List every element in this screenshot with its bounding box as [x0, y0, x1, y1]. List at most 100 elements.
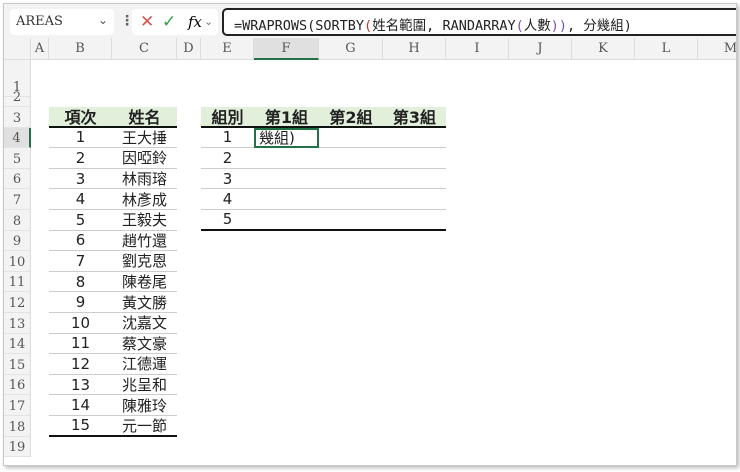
- formula-buttons: ✕ ✓ fx ⌄: [132, 9, 218, 35]
- index-cell[interactable]: 4: [49, 189, 112, 210]
- index-cell[interactable]: 10: [49, 313, 112, 334]
- index-cell[interactable]: 3: [49, 169, 112, 190]
- row-header-2[interactable]: 2: [4, 90, 31, 107]
- active-cell[interactable]: 幾組): [254, 127, 319, 149]
- name-cell[interactable]: 兆呈和: [112, 375, 177, 396]
- group-cell[interactable]: 2: [201, 148, 254, 169]
- column-header-G[interactable]: G: [319, 38, 383, 60]
- group-member-cell[interactable]: [254, 169, 319, 190]
- cancel-icon[interactable]: ✕: [140, 12, 154, 32]
- name-cell[interactable]: 黃文勝: [112, 292, 177, 313]
- group-member-cell[interactable]: [254, 210, 319, 231]
- index-cell[interactable]: 8: [49, 272, 112, 293]
- index-cell[interactable]: 7: [49, 251, 112, 272]
- group-member-cell[interactable]: [383, 148, 446, 169]
- row-header-14[interactable]: 14: [4, 333, 31, 355]
- formula-input[interactable]: =WRAPROWS(SORTBY(姓名範圍, RANDARRAY(人數)), 分…: [222, 8, 736, 36]
- row-header-4[interactable]: 4: [4, 127, 31, 149]
- row-header-6[interactable]: 6: [4, 168, 31, 190]
- name-cell[interactable]: 江德運: [112, 354, 177, 375]
- row-header-9[interactable]: 9: [4, 230, 31, 252]
- group-member-cell[interactable]: [319, 148, 383, 169]
- name-cell[interactable]: 陳雅玲: [112, 395, 177, 416]
- name-cell[interactable]: 王毅夫: [112, 210, 177, 231]
- group-cell[interactable]: 4: [201, 189, 254, 210]
- row-header-5[interactable]: 5: [4, 148, 31, 169]
- table2-header[interactable]: 第2組: [319, 107, 383, 128]
- index-cell[interactable]: 5: [49, 210, 112, 231]
- insert-function-icon[interactable]: fx: [188, 13, 202, 31]
- name-cell[interactable]: 陳卷尾: [112, 272, 177, 293]
- name-cell[interactable]: 沈嘉文: [112, 313, 177, 334]
- index-cell[interactable]: 12: [49, 354, 112, 375]
- column-header-B[interactable]: B: [49, 38, 112, 60]
- column-header-C[interactable]: C: [112, 38, 177, 60]
- name-cell[interactable]: 林彥成: [112, 189, 177, 210]
- group-member-cell[interactable]: [383, 189, 446, 210]
- row-header-12[interactable]: 12: [4, 292, 31, 313]
- formula-part: , 分幾組): [567, 18, 632, 34]
- name-cell[interactable]: 趙竹還: [112, 231, 177, 252]
- column-header-L[interactable]: L: [635, 38, 698, 60]
- name-cell[interactable]: 劉克恩: [112, 251, 177, 272]
- group-member-cell[interactable]: [383, 128, 446, 149]
- column-header-H[interactable]: H: [383, 38, 446, 60]
- group-member-cell[interactable]: [319, 128, 383, 149]
- column-header-F[interactable]: F: [254, 38, 319, 60]
- enter-icon[interactable]: ✓: [162, 12, 176, 32]
- name-cell[interactable]: 元一節: [112, 416, 177, 437]
- table2-header[interactable]: 第1組: [254, 107, 319, 128]
- table2-header[interactable]: 組別: [201, 107, 254, 128]
- index-cell[interactable]: 2: [49, 148, 112, 169]
- name-cell[interactable]: 蔡文豪: [112, 334, 177, 355]
- column-header-K[interactable]: K: [572, 38, 635, 60]
- formula-part: =WRAPROWS(SORTBY: [234, 18, 365, 34]
- select-all-corner[interactable]: [4, 38, 31, 60]
- group-member-cell[interactable]: [319, 189, 383, 210]
- row-header-19[interactable]: 19: [4, 436, 31, 458]
- group-member-cell[interactable]: [319, 169, 383, 190]
- index-cell[interactable]: 14: [49, 395, 112, 416]
- group-cell[interactable]: 1: [201, 128, 254, 149]
- index-cell[interactable]: 9: [49, 292, 112, 313]
- table2-header[interactable]: 第3組: [383, 107, 446, 128]
- index-cell[interactable]: 11: [49, 334, 112, 355]
- name-cell[interactable]: 因啞鈴: [112, 148, 177, 169]
- name-box[interactable]: AREAS ⌄: [10, 9, 114, 35]
- group-member-cell[interactable]: [383, 169, 446, 190]
- row-header-3[interactable]: 3: [4, 107, 31, 128]
- column-header-A[interactable]: A: [31, 38, 49, 60]
- chevron-down-icon[interactable]: ⌄: [98, 13, 108, 27]
- row-header-7[interactable]: 7: [4, 189, 31, 210]
- group-member-cell[interactable]: [319, 210, 383, 231]
- column-header-M[interactable]: M: [698, 38, 736, 60]
- name-cell[interactable]: 王大捶: [112, 128, 177, 149]
- column-header-E[interactable]: E: [201, 38, 254, 60]
- group-cell[interactable]: 3: [201, 169, 254, 190]
- row-header-8[interactable]: 8: [4, 210, 31, 231]
- group-member-cell[interactable]: [383, 210, 446, 231]
- row-header-16[interactable]: 16: [4, 374, 31, 396]
- paren: (: [515, 18, 524, 34]
- row-header-11[interactable]: 11: [4, 271, 31, 293]
- row-header-17[interactable]: 17: [4, 395, 31, 416]
- chevron-down-icon[interactable]: ⌄: [204, 15, 213, 28]
- group-cell[interactable]: 5: [201, 210, 254, 231]
- row-header-13[interactable]: 13: [4, 313, 31, 334]
- spreadsheet-grid[interactable]: A B C D E F G H I J K L M 1 2 3 4 5 6 7 8 9 10 11 12 13 14 15 16 17 18…: [4, 38, 736, 465]
- index-cell[interactable]: 6: [49, 231, 112, 252]
- row-header-10[interactable]: 10: [4, 251, 31, 272]
- table1-header[interactable]: 姓名: [112, 107, 177, 128]
- group-member-cell[interactable]: [254, 189, 319, 210]
- row-header-15[interactable]: 15: [4, 354, 31, 375]
- table1-header[interactable]: 項次: [49, 107, 112, 128]
- column-header-J[interactable]: J: [509, 38, 572, 60]
- index-cell[interactable]: 1: [49, 128, 112, 149]
- group-member-cell[interactable]: [254, 148, 319, 169]
- index-cell[interactable]: 13: [49, 375, 112, 396]
- index-cell[interactable]: 15: [49, 416, 112, 437]
- column-header-D[interactable]: D: [177, 38, 201, 60]
- column-header-I[interactable]: I: [446, 38, 509, 60]
- row-header-18[interactable]: 18: [4, 416, 31, 437]
- name-cell[interactable]: 林雨瑢: [112, 169, 177, 190]
